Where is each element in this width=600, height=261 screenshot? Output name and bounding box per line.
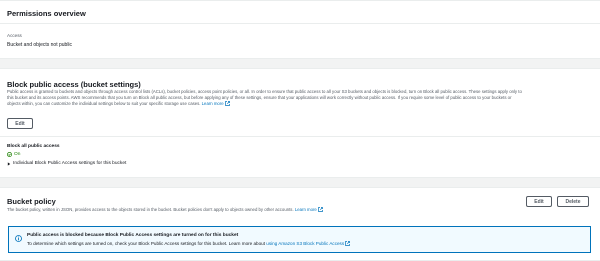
access-value: Bucket and objects not public	[7, 42, 73, 48]
check-circle-icon	[7, 152, 12, 157]
delete-bucket-policy-button[interactable]: Delete	[557, 196, 589, 207]
block-all-label: Block all public access	[7, 144, 60, 149]
info-icon	[15, 235, 22, 242]
edit-bucket-policy-button[interactable]: Edit	[526, 196, 552, 207]
block-public-access-docs-link[interactable]: using Amazon S3 Block Public Access	[266, 241, 344, 246]
bucket-policy-description: The bucket policy, written in JSON, prov…	[7, 207, 507, 213]
block-all-status: On	[14, 152, 21, 157]
block-public-access-panel: Block public access (bucket settings) Pu…	[0, 68, 600, 178]
access-label: Access	[7, 33, 22, 38]
alert-body-text: To determine which settings are turned o…	[27, 241, 265, 246]
caret-right-icon[interactable]	[7, 162, 11, 166]
description-line: objects within, you can customize the in…	[7, 101, 595, 107]
external-link-icon[interactable]	[345, 241, 351, 246]
description-text: The bucket policy, written in JSON, prov…	[7, 207, 294, 212]
learn-more-link[interactable]: Learn more	[295, 207, 317, 212]
external-link-icon[interactable]	[224, 101, 230, 106]
alert-heading: Public access is blocked because Block P…	[27, 233, 239, 238]
block-public-access-description: Public access is granted to buckets and …	[7, 89, 595, 107]
block-public-access-title: Block public access (bucket settings)	[7, 80, 141, 89]
public-access-blocked-alert: Public access is blocked because Block P…	[8, 226, 591, 253]
divider	[0, 136, 600, 137]
bucket-policy-title: Bucket policy	[7, 197, 56, 206]
alert-body: To determine which settings are turned o…	[27, 241, 351, 246]
permissions-overview-title: Permissions overview	[7, 9, 86, 18]
individual-settings-toggle[interactable]: Individual Block Public Access settings …	[13, 161, 126, 166]
divider	[0, 23, 600, 24]
learn-more-link[interactable]: Learn more	[202, 101, 224, 106]
edit-block-public-access-button[interactable]: Edit	[7, 118, 33, 129]
permissions-overview-panel: Permissions overview Access Bucket and o…	[0, 0, 600, 59]
external-link-icon[interactable]	[317, 207, 323, 212]
description-text: objects within, you can customize the in…	[7, 101, 201, 106]
